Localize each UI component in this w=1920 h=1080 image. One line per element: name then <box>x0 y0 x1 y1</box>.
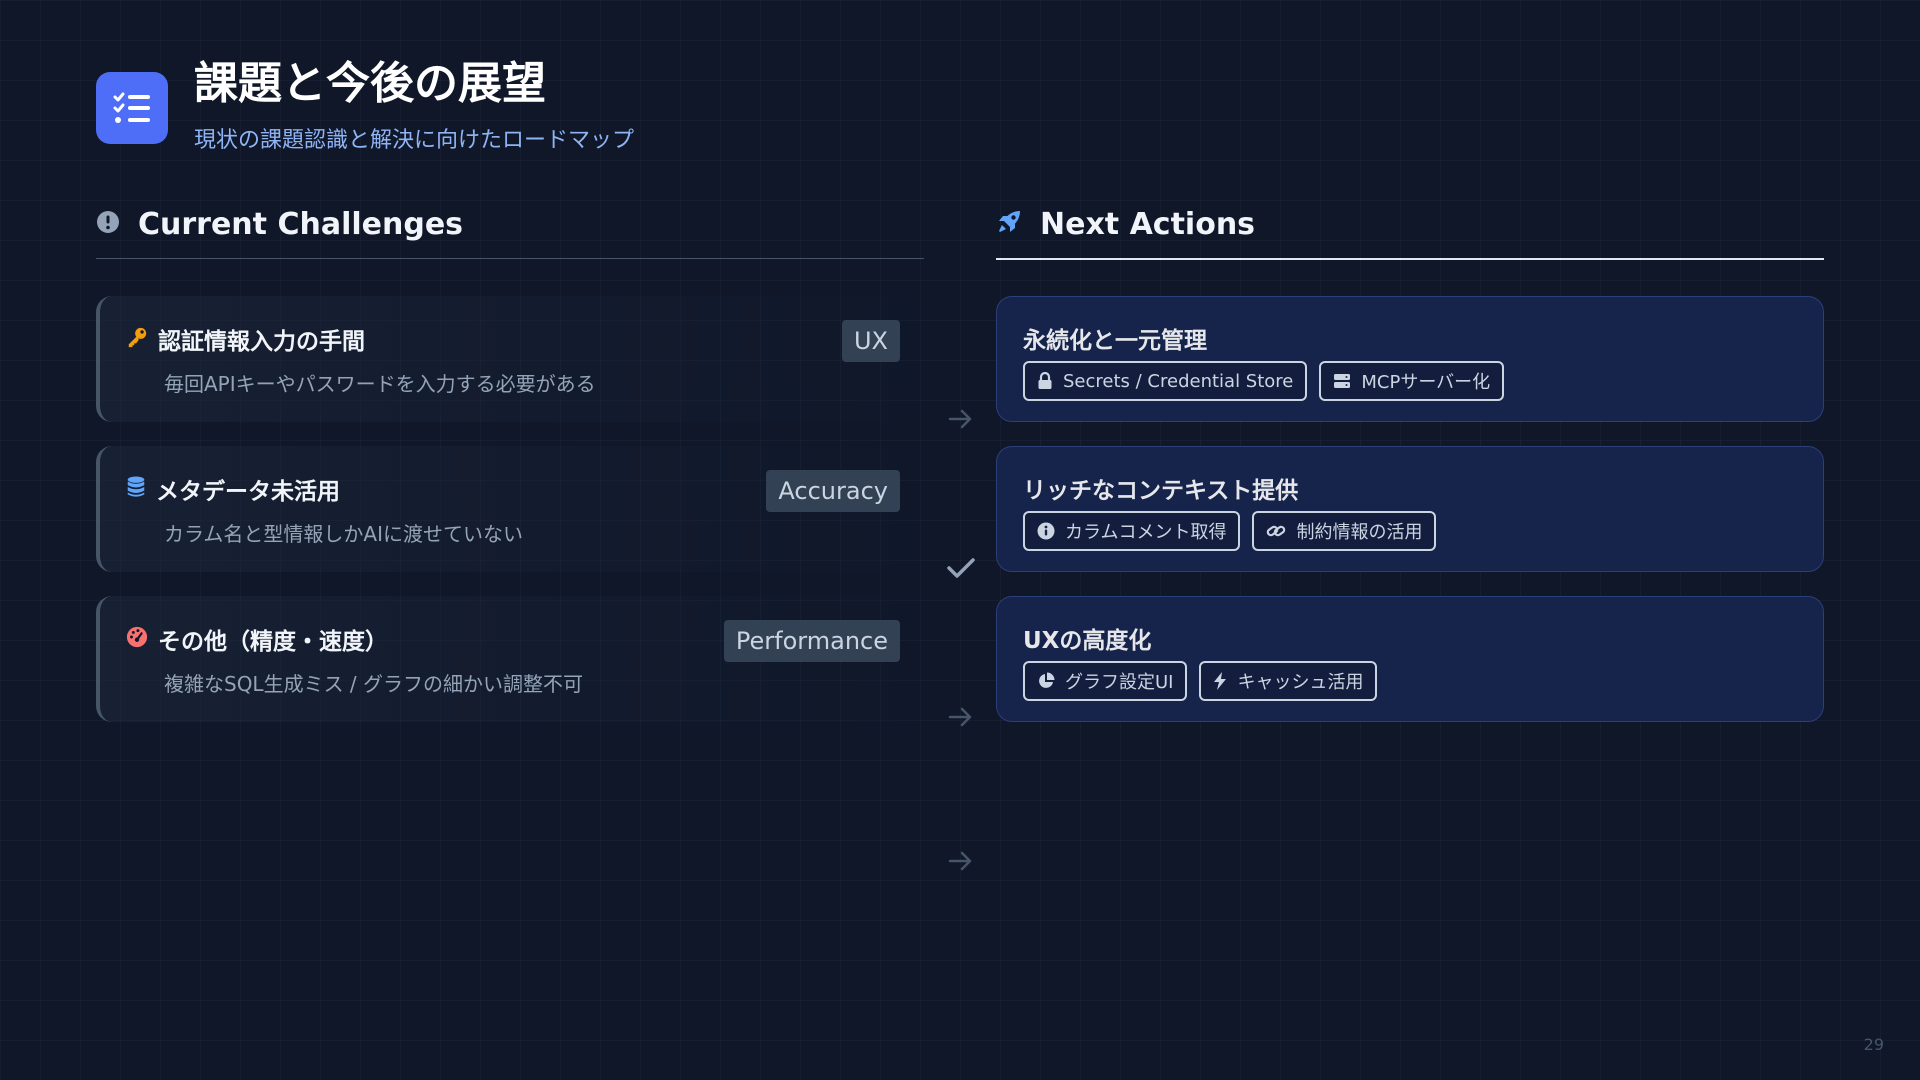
action-card: UXの高度化 グラフ設定UI キャッシュ活用 <box>996 596 1824 722</box>
challenge-description: 毎回APIキーやパスワードを入力する必要がある <box>164 372 596 396</box>
chip-label: キャッシュ活用 <box>1237 672 1364 693</box>
challenge-tag: Performance <box>723 620 900 662</box>
challenge-card: 認証情報入力の手間 毎回APIキーやパスワードを入力する必要がある UX <box>96 296 924 422</box>
action-chip: カラムコメント取得 <box>1023 511 1241 551</box>
actions-divider <box>996 258 1824 260</box>
action-card: リッチなコンテキスト提供 カラムコメント取得 制約情報の活用 <box>996 446 1824 572</box>
challenge-tag: Accuracy <box>766 470 900 512</box>
gauge-icon <box>126 626 148 652</box>
challenges-divider <box>96 258 924 259</box>
arrow-right-icon <box>946 850 976 876</box>
challenges-heading: Current Challenges <box>96 200 924 248</box>
check-icon <box>946 556 976 584</box>
action-chip: Secrets / Credential Store <box>1023 361 1308 401</box>
actions-column: Next Actions 永続化と一元管理 Secrets / Credenti… <box>996 200 1824 722</box>
chip-label: Secrets / Credential Store <box>1063 370 1294 392</box>
exclamation-circle-icon <box>96 210 120 238</box>
rocket-icon <box>996 209 1022 239</box>
challenge-title: その他（精度・速度） <box>158 629 388 655</box>
challenge-title: メタデータ未活用 <box>156 479 340 505</box>
challenge-description: 複雑なSQL生成ミス / グラフの細かい調整不可 <box>164 672 584 696</box>
info-icon <box>1037 522 1055 540</box>
actions-heading-title: Next Actions <box>1040 206 1256 242</box>
task-list-icon <box>96 72 168 144</box>
action-chip: グラフ設定UI <box>1023 661 1188 701</box>
action-title: 永続化と一元管理 <box>1023 328 1207 354</box>
challenges-heading-title: Current Challenges <box>138 206 464 242</box>
action-chip: MCPサーバー化 <box>1319 361 1505 401</box>
slide-header: 課題と今後の展望 現状の課題認識と解決に向けたロードマップ <box>96 56 634 154</box>
server-icon <box>1334 374 1351 388</box>
challenge-description: カラム名と型情報しかAIに渡せていない <box>164 522 523 546</box>
challenge-card: その他（精度・速度） 複雑なSQL生成ミス / グラフの細かい調整不可 Perf… <box>96 596 924 722</box>
bolt-icon <box>1214 672 1227 690</box>
action-chip: キャッシュ活用 <box>1199 661 1378 701</box>
action-title: リッチなコンテキスト提供 <box>1023 478 1299 504</box>
challenges-column: Current Challenges 認証情報入力の手間 毎回APIキーやパスワ… <box>96 200 924 722</box>
action-chip: 制約情報の活用 <box>1252 511 1437 551</box>
challenge-card: メタデータ未活用 カラム名と型情報しかAIに渡せていない Accuracy <box>96 446 924 572</box>
challenge-tag: UX <box>841 320 900 362</box>
database-icon <box>126 476 146 502</box>
chip-label: グラフ設定UI <box>1065 672 1174 693</box>
actions-heading: Next Actions <box>996 200 1824 248</box>
lock-icon <box>1038 372 1052 389</box>
chip-label: MCPサーバー化 <box>1361 372 1491 393</box>
page-subtitle: 現状の課題認識と解決に向けたロードマップ <box>194 128 635 153</box>
arrow-right-icon <box>946 408 976 434</box>
challenge-title: 認証情報入力の手間 <box>158 329 365 355</box>
chip-label: 制約情報の活用 <box>1296 522 1423 543</box>
arrow-right-icon <box>946 706 976 732</box>
chip-label: カラムコメント取得 <box>1065 522 1227 543</box>
page-title: 課題と今後の展望 <box>194 58 546 109</box>
key-icon <box>126 326 148 352</box>
pie-chart-icon <box>1039 672 1055 688</box>
link-icon <box>1267 525 1286 537</box>
page-number: 29 <box>1863 1035 1884 1054</box>
action-title: UXの高度化 <box>1023 628 1152 654</box>
action-card: 永続化と一元管理 Secrets / Credential Store MCPサ… <box>996 296 1824 422</box>
